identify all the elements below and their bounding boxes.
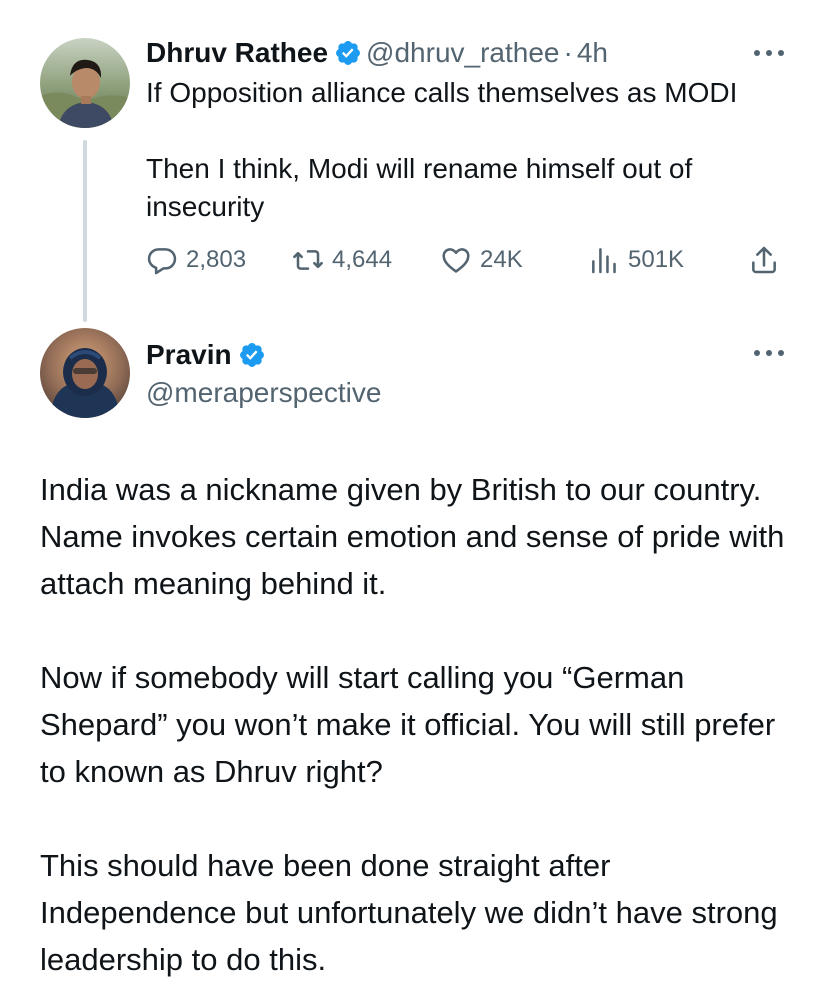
tweet-thread: Dhruv Rathee @dhruv_rathee · 4h If Oppositi… xyxy=(0,0,828,1001)
verified-badge-icon xyxy=(238,341,266,369)
parent-tweet-time[interactable]: 4h xyxy=(577,37,608,68)
parent-tweet-header: Dhruv Rathee @dhruv_rathee · 4h xyxy=(146,34,608,72)
like-count: 24K xyxy=(480,246,523,273)
reply-tweet-paragraph: India was a nickname given by British to… xyxy=(40,472,785,601)
parent-tweet-paragraph: If Opposition alliance calls themselves … xyxy=(146,77,738,108)
parent-tweet-actions: 2,803 4,644 24K 501K xyxy=(146,238,796,282)
reply-author-name[interactable]: Pravin xyxy=(146,339,232,370)
verified-badge-icon xyxy=(334,39,362,67)
like-button[interactable]: 24K xyxy=(440,238,523,282)
reply-tweet-paragraph: Now if somebody will start calling you “… xyxy=(40,660,776,789)
reply-author-avatar[interactable] xyxy=(40,328,130,418)
header-separator: · xyxy=(563,37,573,68)
repost-icon xyxy=(293,250,323,270)
reply-count: 2,803 xyxy=(186,246,247,273)
reply-button[interactable]: 2,803 xyxy=(146,238,246,282)
more-options-icon[interactable] xyxy=(752,346,786,360)
reply-tweet-text: India was a nickname given by British to… xyxy=(40,466,800,983)
parent-tweet-text: If Opposition alliance calls themselves … xyxy=(146,74,806,226)
views-chart-icon xyxy=(592,248,616,274)
repost-count: 4,644 xyxy=(332,246,393,273)
share-icon xyxy=(752,246,776,274)
more-options-icon[interactable] xyxy=(752,46,786,60)
parent-author-handle[interactable]: @dhruv_rathee xyxy=(366,37,559,68)
heart-icon xyxy=(442,248,470,273)
reply-author-handle[interactable]: @meraperspective xyxy=(146,374,381,412)
repost-button[interactable]: 4,644 xyxy=(292,238,392,282)
views-count: 501K xyxy=(628,246,685,273)
parent-tweet-paragraph: Then I think, Modi will rename himself o… xyxy=(146,153,693,222)
reply-icon xyxy=(147,248,177,275)
thread-connector-line xyxy=(83,140,87,322)
parent-author-name[interactable]: Dhruv Rathee xyxy=(146,37,328,68)
reply-tweet-paragraph: This should have been done straight afte… xyxy=(40,848,778,977)
views-button[interactable]: 501K xyxy=(588,238,684,282)
share-button[interactable] xyxy=(748,238,780,282)
parent-author-avatar[interactable] xyxy=(40,38,130,128)
reply-author-name-row: Pravin xyxy=(146,336,270,374)
